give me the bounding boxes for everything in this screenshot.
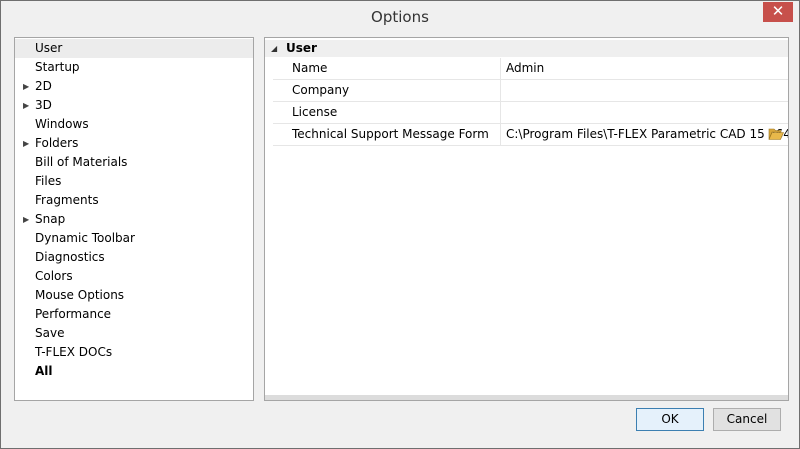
property-value-text: C:\Program Files\T-FLEX Parametric CAD 1… (506, 127, 788, 141)
tree-item-performance[interactable]: Performance (15, 305, 253, 324)
expand-arrow-icon[interactable]: ▶ (23, 77, 29, 96)
tree-item-colors[interactable]: Colors (15, 267, 253, 286)
tree-item-label: Bill of Materials (35, 155, 128, 169)
tree-item-snap[interactable]: ▶ Snap (15, 210, 253, 229)
tree-item-label: Save (35, 326, 65, 340)
tree-item-label: Dynamic Toolbar (35, 231, 135, 245)
folder-open-icon[interactable] (768, 127, 784, 141)
tree-item-label: 2D (35, 79, 52, 93)
tree-item-label: Files (35, 174, 62, 188)
group-label: User (286, 41, 317, 55)
property-row[interactable]: Name Admin (273, 58, 788, 80)
tree-item-label: Diagnostics (35, 250, 105, 264)
tree-item-label: Folders (35, 136, 79, 150)
tree-item-label: Snap (35, 212, 66, 226)
tree-item-all[interactable]: All (15, 362, 253, 381)
property-row[interactable]: Company (273, 80, 788, 102)
expand-arrow-icon[interactable]: ▶ (23, 210, 29, 229)
tree-item-startup[interactable]: Startup (15, 58, 253, 77)
expand-arrow-icon[interactable]: ▶ (23, 96, 29, 115)
tree-item-t-flex-docs[interactable]: T-FLEX DOCs (15, 343, 253, 362)
title-bar: Options ✕ (1, 1, 799, 33)
collapse-triangle-icon[interactable]: ◢ (271, 40, 277, 57)
tree-item-save[interactable]: Save (15, 324, 253, 343)
tree-item-label: T-FLEX DOCs (35, 345, 113, 359)
tree-item-label: Colors (35, 269, 73, 283)
tree-item-fragments[interactable]: Fragments (15, 191, 253, 210)
tree-item-folders[interactable]: ▶ Folders (15, 134, 253, 153)
horizontal-scrollbar[interactable] (265, 395, 788, 400)
expand-arrow-icon[interactable]: ▶ (23, 134, 29, 153)
tree-item-label: All (35, 364, 53, 378)
tree-item-label: Windows (35, 117, 89, 131)
property-value[interactable] (500, 80, 788, 101)
tree-item-user[interactable]: User (15, 39, 253, 58)
property-name: License (292, 105, 338, 119)
property-name: Technical Support Message Form (292, 127, 489, 141)
tree-item-label: 3D (35, 98, 52, 112)
close-icon: ✕ (771, 2, 785, 20)
tree-item-bill-of-materials[interactable]: Bill of Materials (15, 153, 253, 172)
options-dialog: Options ✕ User Startup ▶ 2D ▶ 3D Windows ▶ Folde… (0, 0, 800, 449)
category-tree[interactable]: User Startup ▶ 2D ▶ 3D Windows ▶ Folders Bill of … (14, 37, 254, 401)
ok-button[interactable]: OK (636, 408, 704, 431)
property-value[interactable]: Admin (500, 58, 788, 79)
tree-item-diagnostics[interactable]: Diagnostics (15, 248, 253, 267)
tree-item-2d[interactable]: ▶ 2D (15, 77, 253, 96)
close-button[interactable]: ✕ (763, 2, 793, 22)
tree-item-label: Performance (35, 307, 112, 321)
group-header-user[interactable]: ◢ User (265, 40, 788, 57)
tree-item-label: Fragments (35, 193, 99, 207)
property-name: Name (292, 61, 328, 75)
property-name: Company (292, 83, 350, 97)
property-row[interactable]: License (273, 102, 788, 124)
cancel-button[interactable]: Cancel (713, 408, 781, 431)
property-value[interactable]: C:\Program Files\T-FLEX Parametric CAD 1… (500, 124, 788, 145)
property-value[interactable] (500, 102, 788, 123)
property-value-text: Admin (506, 61, 545, 75)
property-grid: ◢ User Name Admin Company License Technical … (264, 37, 789, 401)
property-row[interactable]: Technical Support Message Form C:\Program… (273, 124, 788, 146)
tree-item-mouse-options[interactable]: Mouse Options (15, 286, 253, 305)
tree-item-dynamic-toolbar[interactable]: Dynamic Toolbar (15, 229, 253, 248)
tree-item-files[interactable]: Files (15, 172, 253, 191)
tree-item-label: Startup (35, 60, 80, 74)
tree-item-windows[interactable]: Windows (15, 115, 253, 134)
tree-item-3d[interactable]: ▶ 3D (15, 96, 253, 115)
tree-item-label: User (35, 41, 63, 55)
tree-item-label: Mouse Options (35, 288, 125, 302)
dialog-title: Options (371, 8, 429, 26)
